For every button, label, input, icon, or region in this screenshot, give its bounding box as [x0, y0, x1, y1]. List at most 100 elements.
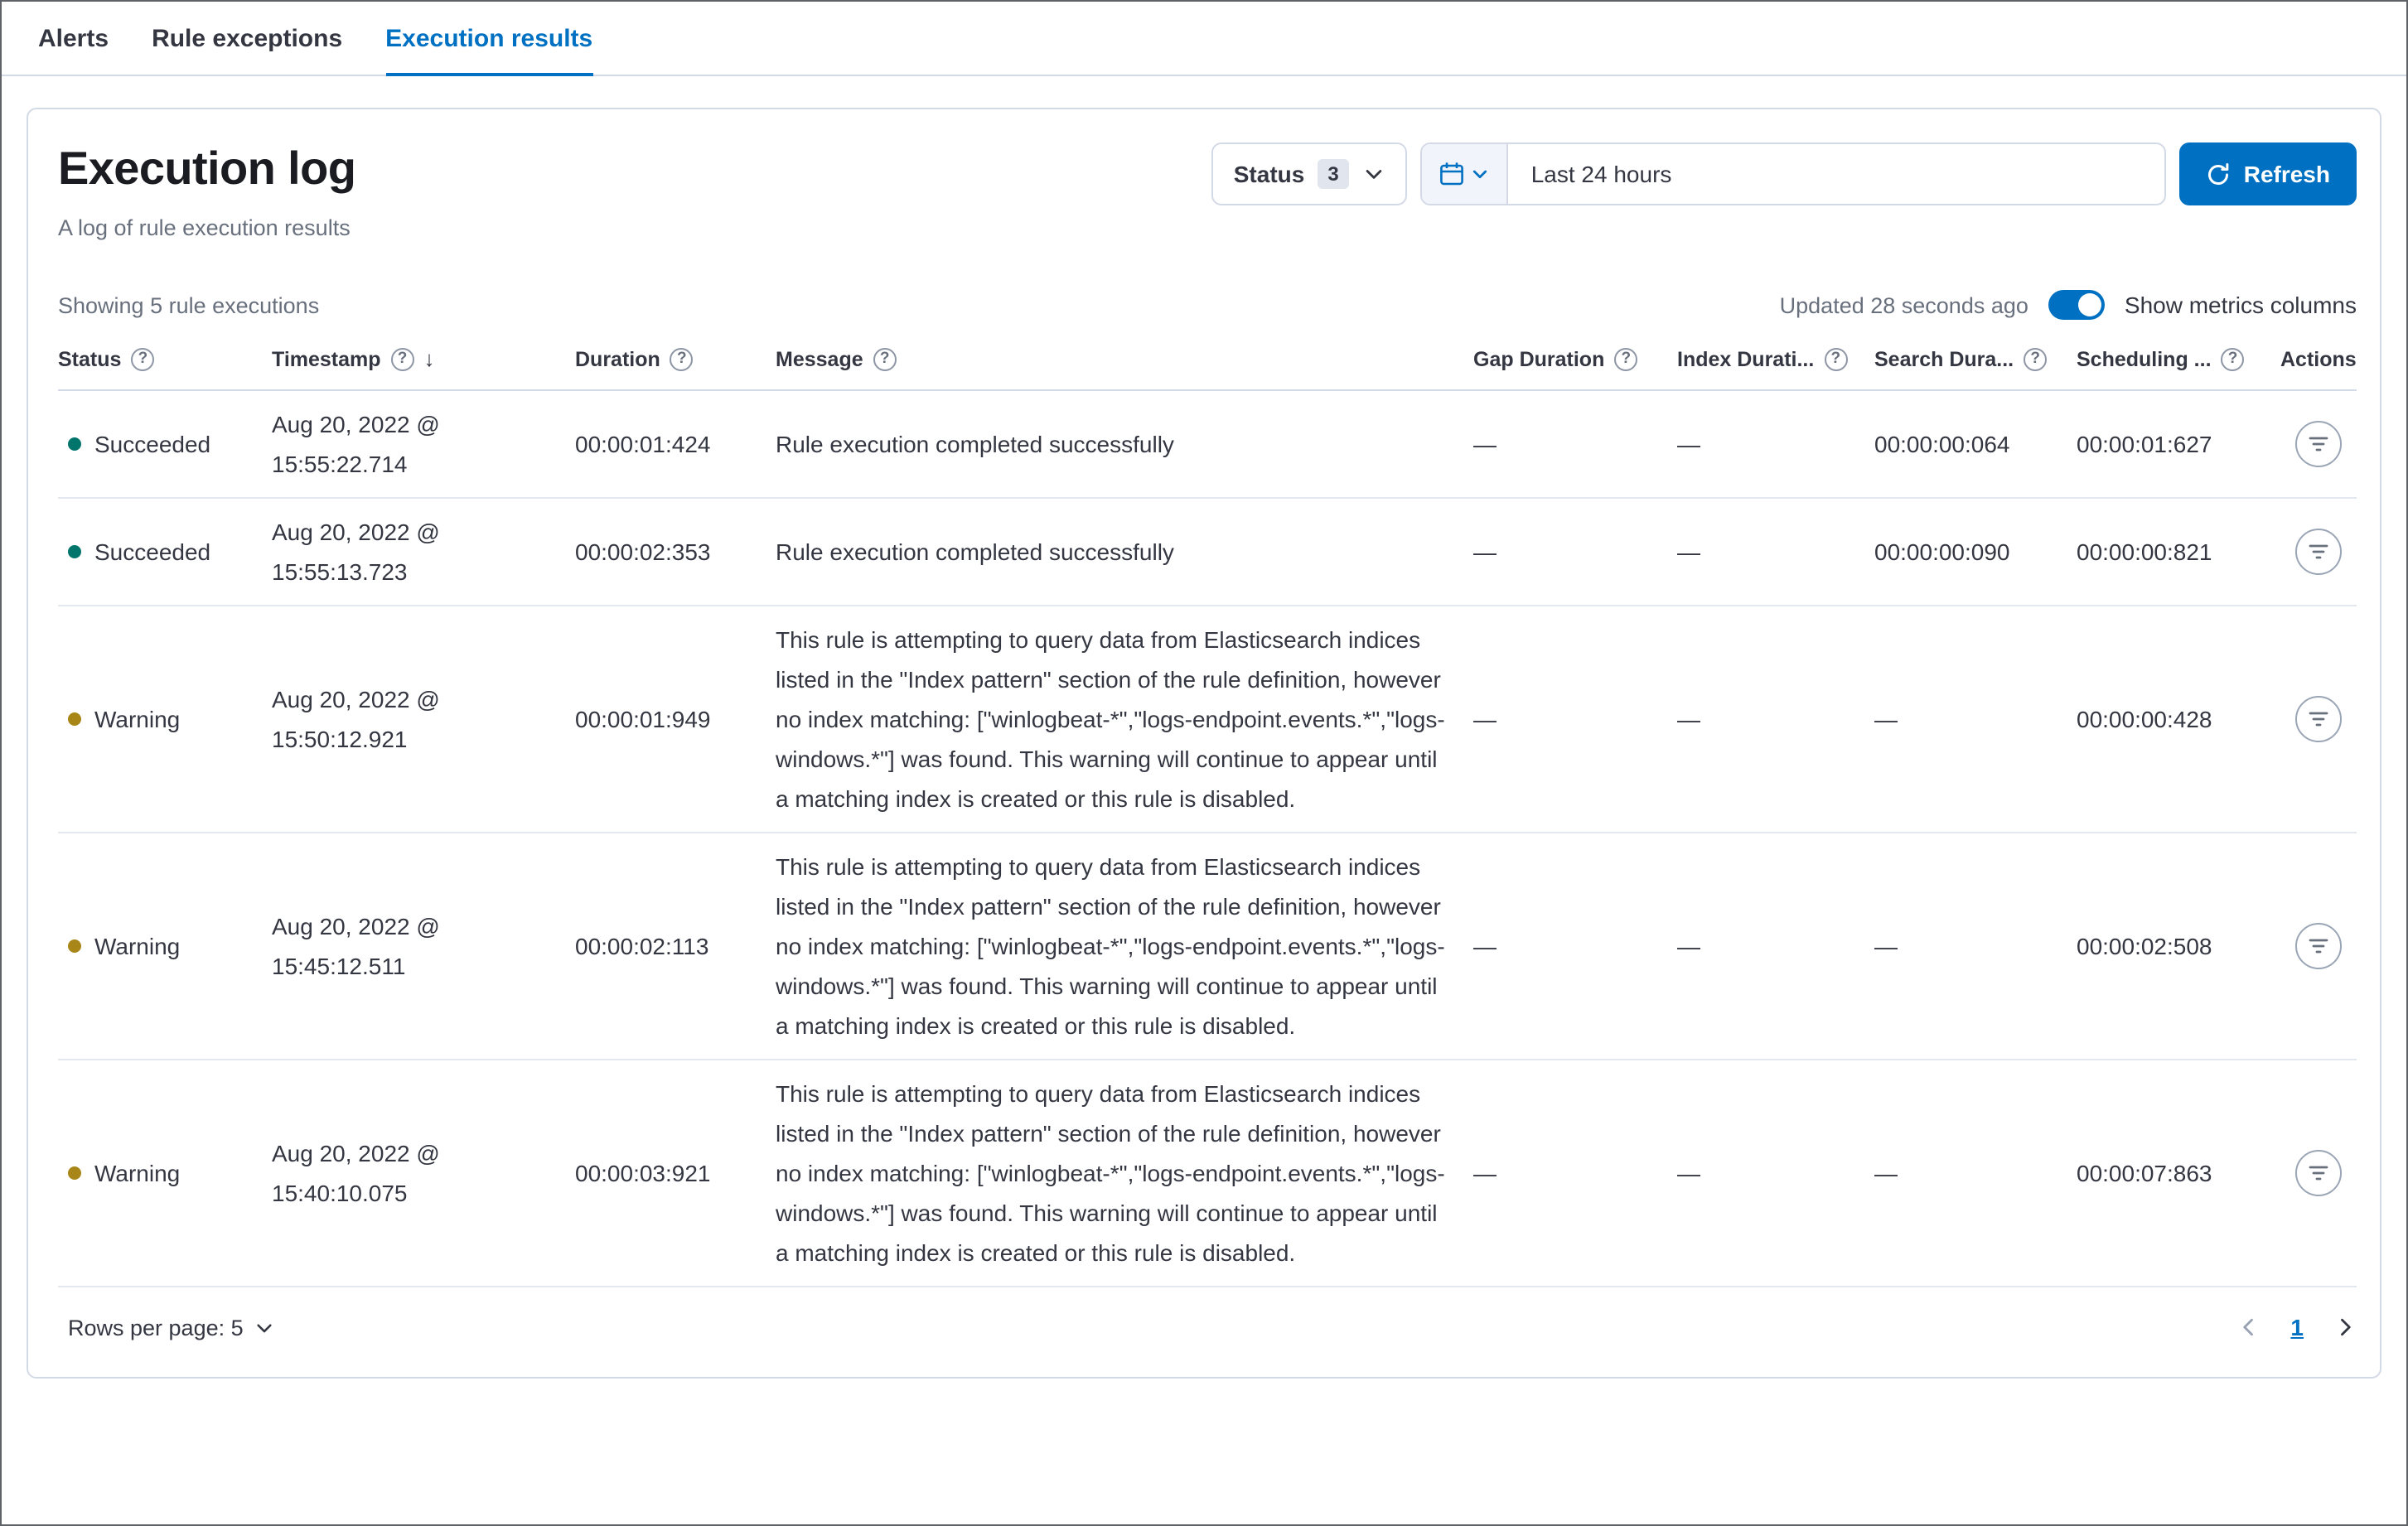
search-duration-cell: — [1874, 1160, 1898, 1186]
status-cell: Warning [58, 686, 272, 752]
actions-cell [2280, 910, 2357, 983]
help-icon[interactable]: ? [1614, 348, 1638, 371]
index-duration-cell: — [1677, 1160, 1700, 1186]
column-header-label: Status [58, 348, 122, 371]
help-icon[interactable]: ? [670, 348, 694, 371]
status-dot [68, 437, 81, 451]
filter-icon [2309, 544, 2328, 559]
timestamp-cell: Aug 20, 2022 @ 15:55:22.714 [272, 411, 440, 477]
page-1-button[interactable]: 1 [2290, 1314, 2304, 1340]
status-dot [68, 1166, 81, 1180]
panel-header: Execution log A log of rule execution re… [58, 142, 2357, 240]
filter-action-button[interactable] [2295, 923, 2342, 969]
message-cell: This rule is attempting to query data fr… [776, 853, 1445, 1039]
next-page-button[interactable] [2333, 1316, 2357, 1339]
column-header-scheduling-delay[interactable]: Scheduling ... ? [2077, 333, 2280, 389]
column-header-label: Search Dura... [1874, 348, 2014, 371]
duration-cell: 00:00:01:949 [575, 706, 711, 732]
column-header-duration[interactable]: Duration ? [575, 333, 776, 389]
app-window: Alerts Rule exceptions Execution results… [0, 0, 2408, 1526]
status-label: Warning [94, 706, 181, 732]
title-block: Execution log A log of rule execution re… [58, 142, 356, 240]
sort-desc-icon: ↓ [423, 346, 435, 371]
filter-icon [2309, 1166, 2328, 1181]
status-cell: Warning [58, 1140, 272, 1206]
column-header-label: Timestamp [272, 348, 381, 371]
column-header-timestamp[interactable]: Timestamp ? ↓ [272, 333, 575, 389]
pagination: 1 [2237, 1314, 2357, 1340]
status-cell: Succeeded [58, 519, 272, 585]
date-picker: Last 24 hours [1419, 142, 2166, 205]
tab-alerts[interactable]: Alerts [38, 2, 109, 75]
duration-cell: 00:00:02:353 [575, 538, 711, 565]
column-header-status[interactable]: Status ? [58, 333, 272, 389]
help-icon[interactable]: ? [2024, 348, 2048, 371]
calendar-icon [1439, 162, 1463, 186]
filter-icon [2309, 939, 2328, 954]
help-icon[interactable]: ? [1824, 348, 1848, 371]
table-row: Succeeded Aug 20, 2022 @ 15:55:13.723 00… [58, 499, 2357, 606]
status-cell: Succeeded [58, 411, 272, 477]
status-dot [68, 712, 81, 726]
duration-cell: 00:00:03:921 [575, 1160, 711, 1186]
filter-action-button[interactable] [2295, 421, 2342, 467]
date-quick-select-button[interactable] [1421, 144, 1508, 204]
column-header-index-duration[interactable]: Index Durati... ? [1677, 333, 1874, 389]
scheduling-delay-cell: 00:00:02:508 [2077, 933, 2212, 959]
utility-row: Showing 5 rule executions Updated 28 sec… [58, 290, 2357, 320]
help-icon[interactable]: ? [873, 348, 897, 371]
column-header-search-duration[interactable]: Search Dura... ? [1874, 333, 2077, 389]
rows-per-page-button[interactable]: Rows per page: 5 [68, 1315, 275, 1340]
date-range-value[interactable]: Last 24 hours [1508, 144, 2164, 204]
metrics-toggle[interactable] [2048, 290, 2105, 320]
table-row: Succeeded Aug 20, 2022 @ 15:55:22.714 00… [58, 391, 2357, 499]
status-filter-button[interactable]: Status 3 [1211, 142, 1407, 205]
timestamp-cell: Aug 20, 2022 @ 15:55:13.723 [272, 519, 440, 585]
message-cell: Rule execution completed successfully [776, 431, 1174, 457]
duration-cell: 00:00:01:424 [575, 431, 711, 457]
chevron-left-icon [2243, 1318, 2254, 1336]
chevron-down-icon [1472, 170, 1487, 179]
gap-duration-cell: — [1473, 1160, 1497, 1186]
status-filter-label: Status [1233, 161, 1305, 187]
column-header-actions: Actions [2280, 333, 2357, 389]
status-dot [68, 939, 81, 953]
status-filter-count-badge: 3 [1318, 159, 1349, 189]
scheduling-delay-cell: 00:00:00:428 [2077, 706, 2212, 732]
filter-action-button[interactable] [2295, 529, 2342, 575]
index-duration-cell: — [1677, 706, 1700, 732]
chevron-down-icon [257, 1323, 272, 1332]
scheduling-delay-cell: 00:00:01:627 [2077, 431, 2212, 457]
tab-execution-results[interactable]: Execution results [385, 2, 593, 76]
duration-cell: 00:00:02:113 [575, 933, 709, 959]
status-cell: Warning [58, 913, 272, 979]
message-cell: This rule is attempting to query data fr… [776, 626, 1445, 812]
actions-cell [2280, 1137, 2357, 1210]
status-label: Warning [94, 933, 181, 959]
tab-rule-exceptions[interactable]: Rule exceptions [152, 2, 342, 75]
chevron-right-icon [2341, 1318, 2351, 1336]
index-duration-cell: — [1677, 538, 1700, 565]
refresh-button[interactable]: Refresh [2178, 142, 2357, 205]
help-icon[interactable]: ? [131, 348, 155, 371]
column-header-message[interactable]: Message ? [776, 333, 1473, 389]
toggle-knob [2077, 293, 2101, 316]
status-label: Succeeded [94, 538, 211, 565]
column-header-label: Duration [575, 348, 660, 371]
status-label: Warning [94, 1160, 181, 1186]
help-icon[interactable]: ? [2221, 348, 2245, 371]
table-footer: Rows per page: 5 1 [58, 1287, 2357, 1377]
column-header-label: Scheduling ... [2077, 348, 2212, 371]
filter-action-button[interactable] [2295, 1150, 2342, 1196]
gap-duration-cell: — [1473, 431, 1497, 457]
header-controls: Status 3 Last 24 hours Refresh [1211, 142, 2357, 205]
previous-page-button[interactable] [2237, 1316, 2261, 1339]
column-header-gap-duration[interactable]: Gap Duration ? [1473, 333, 1677, 389]
search-duration-cell: 00:00:00:064 [1874, 431, 2010, 457]
message-cell: Rule execution completed successfully [776, 538, 1174, 565]
help-icon[interactable]: ? [390, 348, 414, 371]
refresh-label: Refresh [2243, 161, 2330, 187]
table-row: Warning Aug 20, 2022 @ 15:50:12.921 00:0… [58, 606, 2357, 833]
search-duration-cell: 00:00:00:090 [1874, 538, 2010, 565]
filter-action-button[interactable] [2295, 696, 2342, 742]
